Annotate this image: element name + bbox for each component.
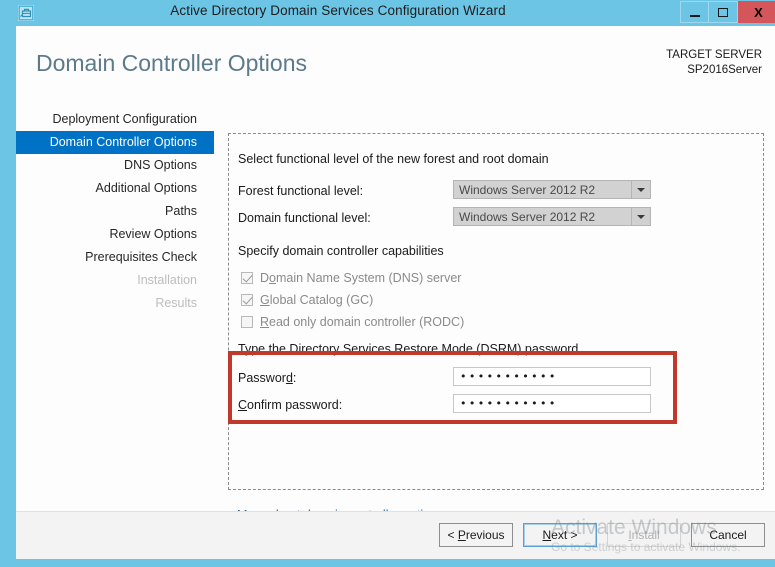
chevron-down-icon[interactable] xyxy=(631,181,650,198)
password-value: ••••••••••• xyxy=(460,370,558,383)
window-controls: X xyxy=(680,1,775,24)
window-title: Active Directory Domain Services Configu… xyxy=(170,3,506,18)
checkbox-unchecked-icon xyxy=(241,316,253,328)
target-server-caption: TARGET SERVER xyxy=(666,49,762,61)
previous-button-label: < Previous xyxy=(447,528,505,542)
confirm-password-value: ••••••••••• xyxy=(460,397,558,410)
sidebar-item-prerequisites-check[interactable]: Prerequisites Check xyxy=(16,246,214,269)
cancel-button[interactable]: Cancel xyxy=(691,523,765,547)
checkbox-rodc: Read only domain controller (RODC) xyxy=(241,315,464,329)
checkbox-dns-server-label: Domain Name System (DNS) server xyxy=(260,271,462,285)
checkbox-rodc-label: Read only domain controller (RODC) xyxy=(260,315,465,329)
checkbox-global-catalog-label: Global Catalog (GC) xyxy=(260,293,374,307)
maximize-button[interactable] xyxy=(709,1,738,23)
close-button[interactable]: X xyxy=(738,1,775,23)
install-button-label: Install xyxy=(628,528,660,542)
checkbox-checked-icon xyxy=(241,294,253,306)
checkbox-checked-icon xyxy=(241,272,253,284)
target-server-name: SP2016Server xyxy=(687,64,762,76)
checkbox-dns-server: Domain Name System (DNS) server xyxy=(241,271,461,285)
minimize-button[interactable] xyxy=(680,1,709,23)
capabilities-heading: Specify domain controller capabilities xyxy=(238,244,444,258)
dsrm-password-heading: Type the Directory Services Restore Mode… xyxy=(238,342,579,356)
target-server-info: TARGET SERVER SP2016Server xyxy=(666,48,762,78)
password-label: Password: xyxy=(238,371,297,385)
domain-functional-level-dropdown[interactable]: Windows Server 2012 R2 xyxy=(453,207,651,226)
confirm-password-label: Confirm password: xyxy=(238,398,343,412)
next-button[interactable]: Next > xyxy=(523,523,597,547)
page-header: Domain Controller Options TARGET SERVER … xyxy=(16,26,775,100)
wizard-steps-nav: Deployment Configuration Domain Controll… xyxy=(16,108,214,315)
functional-level-heading: Select functional level of the new fores… xyxy=(238,152,549,166)
sidebar-item-paths[interactable]: Paths xyxy=(16,200,214,223)
forest-functional-level-value: Windows Server 2012 R2 xyxy=(459,182,596,197)
wizard-footer: < Previous Next > Install Cancel xyxy=(16,511,775,559)
sidebar-item-review-options[interactable]: Review Options xyxy=(16,223,214,246)
next-button-label: Next > xyxy=(542,528,578,542)
screenshot-root: Active Directory Domain Services Configu… xyxy=(0,0,775,567)
options-pane: Select functional level of the new fores… xyxy=(228,133,764,490)
checkbox-global-catalog: Global Catalog (GC) xyxy=(241,293,373,307)
sidebar-item-additional-options[interactable]: Additional Options xyxy=(16,177,214,200)
chevron-down-icon[interactable] xyxy=(631,208,650,225)
maximize-icon xyxy=(718,7,728,17)
sidebar-item-results: Results xyxy=(155,296,197,310)
sidebar-item-dns-options[interactable]: DNS Options xyxy=(16,154,214,177)
window-client-area: Domain Controller Options TARGET SERVER … xyxy=(16,26,775,559)
footer-button-row: < Previous Next > Install Cancel xyxy=(439,523,765,547)
sidebar-item-deployment-configuration[interactable]: Deployment Configuration xyxy=(16,108,214,131)
confirm-password-input[interactable]: ••••••••••• xyxy=(453,394,651,413)
page-title: Domain Controller Options xyxy=(36,50,308,76)
password-input[interactable]: ••••••••••• xyxy=(453,367,651,386)
domain-functional-level-label: Domain functional level: xyxy=(238,211,371,225)
install-button: Install xyxy=(607,523,681,547)
sidebar-item-installation: Installation xyxy=(137,273,197,287)
previous-button[interactable]: < Previous xyxy=(439,523,513,547)
forest-functional-level-dropdown[interactable]: Windows Server 2012 R2 xyxy=(453,180,651,199)
domain-functional-level-value: Windows Server 2012 R2 xyxy=(459,209,596,224)
minimize-icon xyxy=(689,14,700,17)
title-bar: Active Directory Domain Services Configu… xyxy=(8,0,775,26)
wizard-window: Active Directory Domain Services Configu… xyxy=(0,0,775,567)
forest-functional-level-label: Forest functional level: xyxy=(238,184,364,198)
sidebar-item-domain-controller-options[interactable]: Domain Controller Options xyxy=(16,131,214,154)
